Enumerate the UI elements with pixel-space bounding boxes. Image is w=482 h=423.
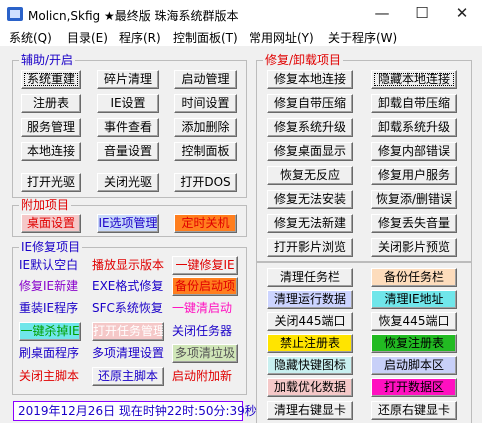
window-title: Molicn,Skfig ★最终版 珠海系统群版本 <box>28 9 239 23</box>
repair-user-service-button[interactable]: 修复用户服务 <box>371 166 457 185</box>
close-video-preview-button[interactable]: 关闭影片预览 <box>371 238 457 257</box>
ie-default-blank-label[interactable]: IE默认空白 <box>19 256 78 275</box>
clean-right-click-gpu-button[interactable]: 清理右键显卡 <box>267 401 353 420</box>
menu-system[interactable]: 系统(Q) <box>9 29 52 46</box>
close-cdrom-button[interactable]: 关闭光驱 <box>97 173 159 192</box>
clean-run-data-button[interactable]: 清理运行数据 <box>267 290 353 309</box>
playback-version-label[interactable]: 播放显示版本 <box>92 256 164 275</box>
multi-clean-settings-label[interactable]: 多项清理设置 <box>92 344 164 363</box>
uninstall-system-update-button[interactable]: 卸载系统升级 <box>371 118 457 137</box>
clean-junk-button[interactable]: 多项清垃圾 <box>172 344 238 363</box>
desktop-settings-button[interactable]: 桌面设置 <box>21 214 81 233</box>
repair-compression-button[interactable]: 修复自带压缩 <box>267 94 353 113</box>
restore-no-response-button[interactable]: 恢复无反应 <box>267 166 353 185</box>
clean-taskbar-button[interactable]: 清理任务栏 <box>267 268 353 287</box>
sfc-restore-label[interactable]: SFC系统恢复 <box>92 299 163 318</box>
clean-ie-address-button[interactable]: 清理IE地址 <box>371 290 457 309</box>
aux-group-title: 辅助/开启 <box>19 53 76 67</box>
volume-settings-button[interactable]: 音量设置 <box>97 142 159 161</box>
local-connection-button[interactable]: 本地连接 <box>21 142 81 161</box>
restore-port-445-button[interactable]: 恢复445端口 <box>371 312 457 331</box>
date-time-status: 2019年12月26日 现在时钟22时:50分:39秒 <box>13 401 257 421</box>
rebuild-system-button[interactable]: 系统重建 <box>21 70 81 89</box>
restore-add-remove-error-button[interactable]: 恢复添/删错误 <box>371 190 457 209</box>
exe-format-repair-label[interactable]: EXE格式修复 <box>92 277 163 296</box>
restore-right-click-gpu-button[interactable]: 还原右键显卡 <box>371 401 457 420</box>
ie-repair-group-title: IE修复项目 <box>19 240 83 254</box>
app-icon <box>7 7 23 21</box>
backup-startup-button[interactable]: 备份启动项 <box>172 277 238 296</box>
repair-ie-new-label[interactable]: 修复IE新建 <box>19 277 78 296</box>
menu-urls[interactable]: 常用网址(Y) <box>249 29 314 46</box>
maximize-button[interactable]: ☐ <box>402 0 442 28</box>
load-optimization-data-button[interactable]: 加载优化数据 <box>267 378 353 397</box>
uninstall-compression-button[interactable]: 卸载自带压缩 <box>371 94 457 113</box>
menu-catalog[interactable]: 目录(E) <box>67 29 108 46</box>
close-button[interactable]: ✕ <box>442 0 482 28</box>
repair-local-connection-button[interactable]: 修复本地连接 <box>267 70 353 89</box>
open-data-area-button[interactable]: 打开数据区 <box>371 378 457 397</box>
startup-addon-label[interactable]: 启动附加新 <box>172 367 232 386</box>
repair-system-update-button[interactable]: 修复系统升级 <box>267 118 353 137</box>
event-viewer-button[interactable]: 事件查看 <box>97 118 159 137</box>
repair-lost-volume-button[interactable]: 修复丢失音量 <box>371 214 457 233</box>
registry-button[interactable]: 注册表 <box>21 94 81 113</box>
open-video-browse-button[interactable]: 打开影片浏览 <box>267 238 353 257</box>
open-cdrom-button[interactable]: 打开光驱 <box>21 173 81 192</box>
close-main-script-label[interactable]: 关闭主脚本 <box>19 367 79 386</box>
menu-about[interactable]: 关于程序(W) <box>328 29 397 46</box>
defrag-button[interactable]: 碎片清理 <box>97 70 159 89</box>
close-task-manager-label[interactable]: 关闭任务器 <box>172 322 232 341</box>
disable-registry-button[interactable]: 禁止注册表 <box>267 334 353 353</box>
minimize-button[interactable]: — <box>362 0 402 28</box>
ie-options-button[interactable]: IE选项管理 <box>97 214 159 233</box>
reinstall-ie-label[interactable]: 重装IE程序 <box>19 299 78 318</box>
menu-program[interactable]: 程序(R) <box>119 29 161 46</box>
repair-internal-error-button[interactable]: 修复内部错误 <box>371 142 457 161</box>
menu-control[interactable]: 控制面板(T) <box>173 29 238 46</box>
kill-ie-button[interactable]: 一键杀掉IE <box>19 322 81 341</box>
control-panel-button[interactable]: 控制面板 <box>174 142 237 161</box>
time-settings-button[interactable]: 时间设置 <box>174 94 237 113</box>
backup-taskbar-button[interactable]: 备份任务栏 <box>371 268 457 287</box>
startup-script-area-button[interactable]: 启动脚本区 <box>371 356 457 375</box>
open-dos-button[interactable]: 打开DOS <box>174 173 237 192</box>
restore-main-script-button[interactable]: 还原主脚本 <box>92 367 164 386</box>
title-bar: Molicn,Skfig ★最终版 珠海系统群版本 — ☐ ✕ <box>0 0 482 28</box>
service-manager-button[interactable]: 服务管理 <box>21 118 81 137</box>
one-click-repair-ie-button[interactable]: 一键修复IE <box>172 256 238 275</box>
hide-shortcut-icon-button[interactable]: 隐藏快键图标 <box>267 356 353 375</box>
open-task-manager-button[interactable]: 打开任务管理 <box>92 322 164 341</box>
scheduled-shutdown-button[interactable]: 定时关机 <box>174 214 237 233</box>
restore-registry-button[interactable]: 恢复注册表 <box>371 334 457 353</box>
repair-cannot-install-button[interactable]: 修复无法安装 <box>267 190 353 209</box>
extra-group-title: 附加项目 <box>19 198 72 212</box>
repair-desktop-display-button[interactable]: 修复桌面显示 <box>267 142 353 161</box>
add-remove-button[interactable]: 添加删除 <box>174 118 237 137</box>
close-port-445-button[interactable]: 关闭445端口 <box>267 312 353 331</box>
repair-group-title: 修复/卸载项目 <box>263 53 344 67</box>
startup-manager-button[interactable]: 启动管理 <box>174 70 237 89</box>
menu-bar: 系统(Q) 目录(E) 程序(R) 控制面板(T) 常用网址(Y) 关于程序(W… <box>0 28 482 46</box>
hide-local-connection-button[interactable]: 隐藏本地连接 <box>371 70 457 89</box>
repair-cannot-create-button[interactable]: 修复无法新建 <box>267 214 353 233</box>
clear-startup-label[interactable]: 一键清启动 <box>172 299 232 318</box>
refresh-desktop-label[interactable]: 刷桌面程序 <box>19 344 79 363</box>
ie-settings-button[interactable]: IE设置 <box>97 94 159 113</box>
